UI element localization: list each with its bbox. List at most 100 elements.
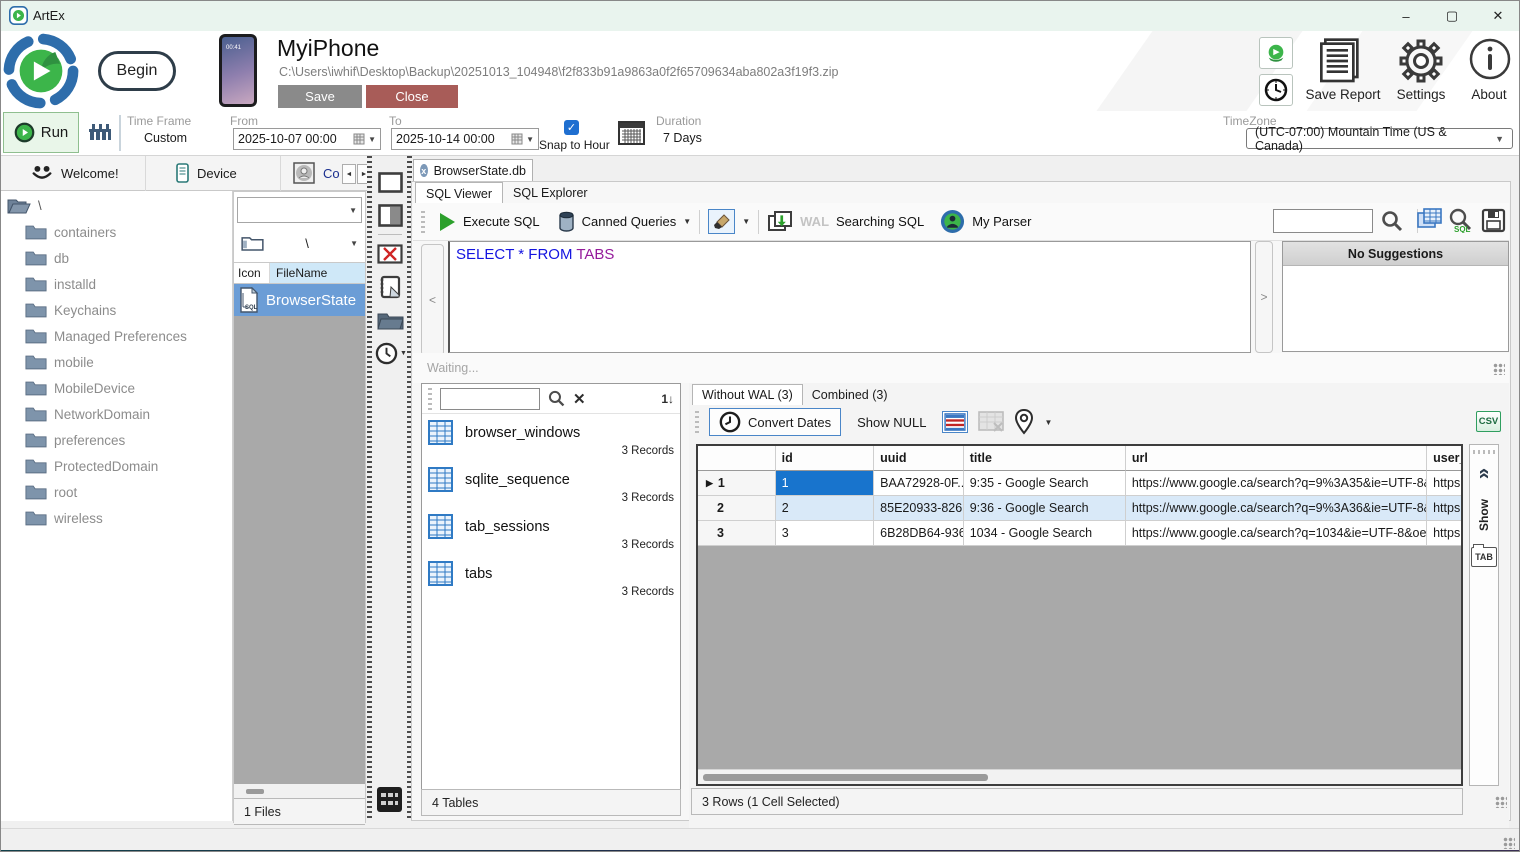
document-tab[interactable]: x BrowserState.db bbox=[413, 159, 533, 181]
results-resize-grip[interactable] bbox=[1495, 796, 1507, 808]
file-filter-combobox[interactable]: ▼ bbox=[237, 197, 362, 223]
save-button[interactable]: Save bbox=[278, 85, 362, 108]
column-icon[interactable]: Icon bbox=[234, 263, 270, 283]
close-window-button[interactable]: ✕ bbox=[1475, 1, 1520, 31]
column-title[interactable]: title bbox=[964, 446, 1126, 471]
tree-item-keychains[interactable]: Keychains bbox=[1, 297, 232, 323]
convert-dates-button[interactable]: Convert Dates bbox=[709, 408, 841, 436]
close-tab-icon[interactable]: x bbox=[420, 164, 428, 177]
my-parser-button[interactable]: My Parser bbox=[940, 209, 1031, 234]
run-button[interactable]: Run bbox=[3, 112, 79, 153]
tree-item-installd[interactable]: installd bbox=[1, 271, 232, 297]
tables-grip[interactable] bbox=[428, 388, 432, 410]
close-backup-button[interactable]: Close bbox=[366, 85, 458, 108]
from-date-input[interactable]: 2025-10-07 00:00 ▼ bbox=[233, 128, 381, 150]
tree-item-networkdomain[interactable]: NetworkDomain bbox=[1, 401, 232, 427]
show-null-button[interactable]: Show NULL bbox=[851, 415, 932, 430]
minimize-button[interactable]: – bbox=[1383, 1, 1429, 31]
map-pin-icon[interactable] bbox=[1014, 409, 1034, 435]
tree-item-mobile[interactable]: mobile bbox=[1, 349, 232, 375]
execute-sql-button[interactable]: Execute SQL bbox=[439, 212, 540, 232]
tree-item-managed-preferences[interactable]: Managed Preferences bbox=[1, 323, 232, 349]
search-icon[interactable] bbox=[1381, 210, 1403, 232]
grid-row-3[interactable]: 3 3 6B28DB64-936... 1034 - Google Search… bbox=[698, 521, 1461, 546]
grid-results-icon[interactable] bbox=[1417, 208, 1443, 232]
tab-device[interactable]: Device bbox=[146, 156, 281, 191]
column-id[interactable]: id bbox=[776, 446, 875, 471]
tree-root-node[interactable]: \ bbox=[1, 191, 232, 219]
tab-contacts-partial[interactable]: Co bbox=[281, 156, 337, 191]
snap-to-hour-checkbox[interactable]: ✓ bbox=[564, 120, 579, 135]
canned-queries-button[interactable]: Canned Queries ▼ bbox=[558, 211, 692, 232]
path-selector[interactable]: \ ▼ bbox=[237, 230, 362, 256]
timezone-select[interactable]: (UTC-07:00) Mountain Time (US & Canada) … bbox=[1246, 128, 1513, 149]
clock-quick-button[interactable] bbox=[1259, 74, 1293, 106]
tab-panel-button[interactable]: TAB bbox=[1471, 547, 1497, 567]
column-uuid[interactable]: uuid bbox=[874, 446, 964, 471]
clear-filter-icon[interactable]: ✕ bbox=[573, 390, 586, 408]
grid-row-2[interactable]: 2 2 85E20933-826... 9:36 - Google Search… bbox=[698, 496, 1461, 521]
to-dropdown-arrow[interactable]: ▼ bbox=[526, 135, 534, 144]
tab-sql-viewer[interactable]: SQL Viewer bbox=[415, 182, 503, 204]
export-csv-button[interactable]: CSV bbox=[1476, 411, 1501, 432]
tab-without-wal[interactable]: Without WAL (3) bbox=[692, 384, 803, 405]
table-list-item[interactable]: browser_windows 3 Records bbox=[428, 420, 674, 457]
table-list-item[interactable]: tabs 3 Records bbox=[428, 561, 674, 598]
splitter-grip[interactable] bbox=[1493, 363, 1505, 375]
timeline-icon-button[interactable] bbox=[87, 121, 113, 145]
tab-sql-explorer[interactable]: SQL Explorer bbox=[503, 182, 598, 204]
expand-suggestions-button[interactable]: > bbox=[1255, 241, 1273, 353]
table-filter-input[interactable] bbox=[440, 388, 540, 410]
collapse-chevrons-icon[interactable]: « bbox=[1473, 460, 1496, 488]
tree-item-mobiledevice[interactable]: MobileDevice bbox=[1, 375, 232, 401]
sort-order-button[interactable]: 1↓ bbox=[661, 392, 674, 406]
highlight-rows-icon[interactable] bbox=[942, 411, 968, 433]
tab-combined[interactable]: Combined (3) bbox=[803, 384, 897, 405]
tree-item-root[interactable]: root bbox=[1, 479, 232, 505]
split-pane-view-button[interactable] bbox=[376, 201, 404, 229]
window-resize-grip[interactable] bbox=[1503, 837, 1515, 849]
searching-sql-button[interactable]: WAL Searching SQL bbox=[767, 210, 924, 234]
sql-search-icon[interactable]: SQL bbox=[1447, 207, 1473, 233]
close-file-button[interactable] bbox=[376, 240, 404, 268]
tree-item-protecteddomain[interactable]: ProtectedDomain bbox=[1, 453, 232, 479]
sql-editor[interactable]: SELECT * FROM TABS bbox=[448, 241, 1251, 353]
selected-cell[interactable]: 1 bbox=[776, 471, 875, 496]
notebook-button[interactable] bbox=[376, 273, 404, 301]
tree-item-preferences[interactable]: preferences bbox=[1, 427, 232, 453]
settings-button[interactable]: Settings bbox=[1391, 87, 1451, 102]
history-clock-button[interactable]: ▼ bbox=[374, 339, 408, 367]
column-filename[interactable]: FileName bbox=[270, 263, 365, 283]
about-button[interactable]: About bbox=[1459, 87, 1519, 102]
column-url[interactable]: url bbox=[1126, 446, 1427, 471]
hex-view-button[interactable] bbox=[376, 786, 403, 813]
side-panel-grip[interactable] bbox=[1473, 450, 1495, 454]
open-folder-button[interactable] bbox=[376, 306, 404, 334]
logo-quick-button[interactable] bbox=[1259, 37, 1293, 69]
table-list-item[interactable]: sqlite_sequence 3 Records bbox=[428, 467, 674, 504]
table-list-item[interactable]: tab_sessions 3 Records bbox=[428, 514, 674, 551]
results-grid[interactable]: id uuid title url user_ ▶1 1 BAA72928-0F… bbox=[696, 444, 1463, 786]
column-user[interactable]: user_ bbox=[1427, 446, 1461, 471]
tab-scroll-left-button[interactable]: ◄ bbox=[342, 164, 356, 184]
show-side-panel[interactable]: « Show TAB bbox=[1469, 444, 1499, 786]
from-dropdown-arrow[interactable]: ▼ bbox=[368, 135, 376, 144]
begin-button[interactable]: Begin bbox=[98, 51, 176, 91]
file-list-hscrollbar[interactable] bbox=[234, 784, 365, 798]
file-list-hscroll-thumb[interactable] bbox=[246, 789, 264, 794]
splitter-left[interactable] bbox=[367, 156, 372, 821]
save-report-button[interactable]: Save Report bbox=[1297, 87, 1389, 102]
map-pin-arrow[interactable]: ▼ bbox=[1044, 418, 1052, 427]
format-sql-button[interactable]: ▼ bbox=[708, 209, 750, 234]
table-search-icon[interactable] bbox=[548, 390, 565, 407]
results-grip[interactable] bbox=[695, 411, 699, 433]
to-date-input[interactable]: 2025-10-14 00:00 ▼ bbox=[391, 128, 539, 150]
sql-search-input[interactable] bbox=[1273, 209, 1373, 233]
single-pane-view-button[interactable] bbox=[376, 168, 404, 196]
tree-item-containers[interactable]: containers bbox=[1, 219, 232, 245]
file-row-browserstate[interactable]: SQL BrowserState bbox=[234, 284, 365, 316]
collapse-editor-left-button[interactable]: < bbox=[421, 244, 444, 356]
toolbar-grip[interactable] bbox=[421, 211, 425, 233]
grid-hscroll-thumb[interactable] bbox=[703, 774, 988, 781]
tree-item-db[interactable]: db bbox=[1, 245, 232, 271]
